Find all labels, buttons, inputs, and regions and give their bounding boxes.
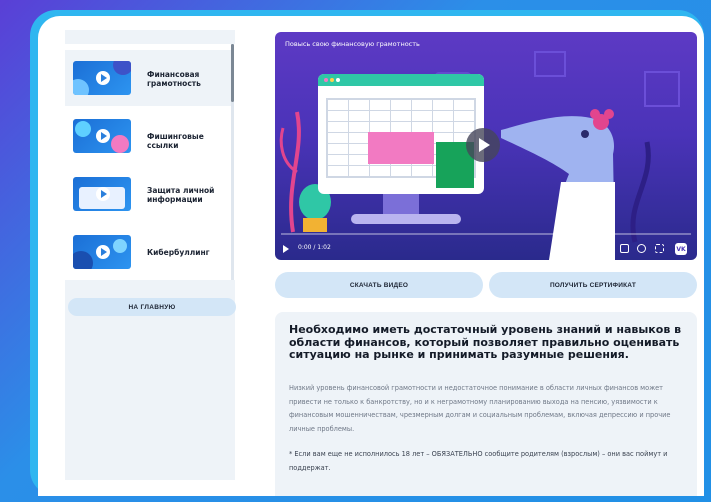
sidebar: Финансовая грамотность Фишинговые ссылки… (65, 30, 236, 480)
laptop-stand (383, 194, 419, 216)
lesson-label: Фишинговые ссылки (147, 132, 204, 150)
fullscreen-icon[interactable] (655, 244, 664, 253)
lesson-thumbnail (73, 235, 131, 269)
lesson-label: Финансовая грамотность (147, 70, 201, 88)
download-video-button[interactable]: СКАЧАТЬ ВИДЕО (275, 272, 483, 298)
settings-gear-icon[interactable] (637, 244, 646, 253)
info-card: Необходимо иметь достаточный уровень зна… (275, 312, 697, 496)
play-icon[interactable] (283, 245, 289, 253)
play-icon (96, 187, 110, 201)
home-button[interactable]: НА ГЛАВНУЮ (68, 298, 236, 316)
volume-icon[interactable] (572, 245, 578, 253)
info-heading: Необходимо иметь достаточный уровень зна… (289, 323, 682, 361)
subtitles-icon[interactable] (620, 244, 629, 253)
lesson-thumbnail (73, 119, 131, 153)
lesson-label: Кибербуллинг (147, 248, 210, 257)
volume-slider[interactable] (582, 248, 608, 250)
big-play-button[interactable] (466, 128, 500, 162)
play-icon (96, 129, 110, 143)
lesson-list: Финансовая грамотность Фишинговые ссылки… (65, 44, 235, 280)
video-player[interactable]: Повысь свою финансовую грамотность 0:00 … (275, 32, 697, 260)
lesson-thumbnail (73, 177, 131, 211)
video-progress-bar[interactable] (281, 233, 691, 235)
lesson-item-phishing[interactable]: Фишинговые ссылки (65, 108, 231, 164)
lesson-item-privacy[interactable]: Защита личной информации (65, 166, 231, 222)
video-time: 0:00 / 1:02 (298, 244, 331, 251)
video-controls: 0:00 / 1:02 VK (275, 238, 697, 260)
lesson-thumbnail (73, 61, 131, 95)
get-certificate-button[interactable]: ПОЛУЧИТЬ СЕРТИФИКАТ (489, 272, 697, 298)
scrollbar-thumb[interactable] (231, 44, 234, 102)
lesson-label: Защита личной информации (147, 186, 215, 204)
content-panel: Финансовая грамотность Фишинговые ссылки… (38, 16, 704, 496)
info-body: Низкий уровень финансовой грамотности и … (289, 384, 671, 433)
play-icon (96, 71, 110, 85)
laptop-base (351, 214, 461, 224)
play-icon (96, 245, 110, 259)
lesson-item-financial-literacy[interactable]: Финансовая грамотность (65, 50, 231, 106)
info-note: * Если вам еще не исполнилось 18 лет – О… (289, 450, 668, 472)
vk-logo-icon[interactable]: VK (675, 243, 687, 255)
lesson-item-cyberbullying[interactable]: Кибербуллинг (65, 224, 231, 280)
laptop-illustration (318, 74, 484, 194)
